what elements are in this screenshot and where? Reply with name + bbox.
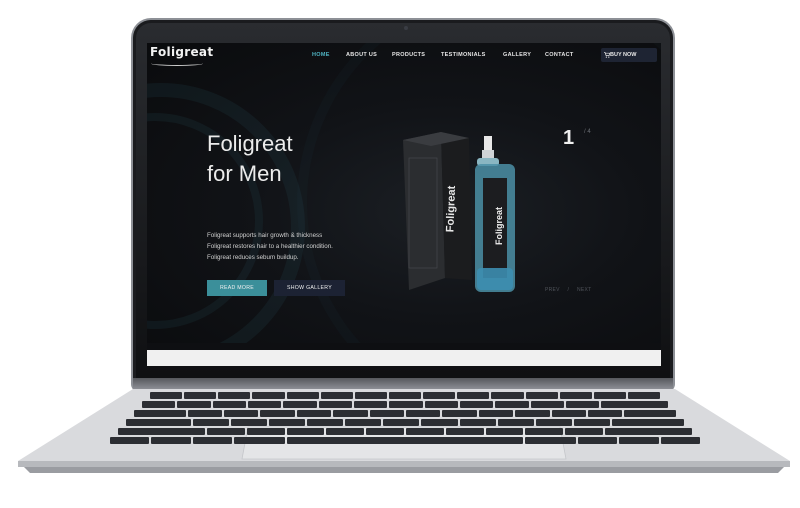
slide-total: / 4 xyxy=(584,129,591,135)
top-navbar: Foligreat HOME ABOUT US PRODUCTS TESTIMO… xyxy=(147,43,661,69)
read-more-label: READ MORE xyxy=(219,285,255,291)
nav-item-contact[interactable]: CONTACT xyxy=(545,52,574,58)
nav-item-about-us[interactable]: ABOUT US xyxy=(346,52,377,58)
slide-number: 1 xyxy=(563,127,575,149)
buy-now-button[interactable]: BUY NOW xyxy=(601,48,657,62)
keyboard-row xyxy=(142,401,668,408)
keyboard-row xyxy=(150,392,661,399)
next-section-preview xyxy=(147,350,661,366)
nav-item-gallery[interactable]: GALLERY xyxy=(503,52,531,58)
keyboard-row xyxy=(126,419,684,426)
slider-pager: PREV / NEXT xyxy=(545,287,591,293)
hero-title-line1: Foligreat xyxy=(207,131,293,156)
prev-button[interactable]: PREV xyxy=(545,287,560,293)
show-gallery-button[interactable]: SHOW GALLERY xyxy=(274,280,345,296)
box-label: Foligreat xyxy=(444,185,459,233)
hero-text-line: Foligreat reduces sebum buildup. xyxy=(207,254,299,261)
hero-text-line: Foligreat restores hair to a healthier c… xyxy=(207,243,333,250)
nav-item-home[interactable]: HOME xyxy=(312,52,330,58)
webcam-icon xyxy=(404,26,408,30)
keyboard-row xyxy=(110,437,700,444)
show-gallery-label: SHOW GALLERY xyxy=(286,285,333,291)
bottle-label: Foligreat xyxy=(494,206,505,246)
hero-title-line2: for Men xyxy=(207,161,282,186)
next-button[interactable]: NEXT xyxy=(577,287,592,293)
nav-item-products[interactable]: PRODUCTS xyxy=(392,52,425,58)
nav-item-testimonials[interactable]: TESTIMONIALS xyxy=(441,52,486,58)
keyboard-row xyxy=(134,410,677,417)
keyboard-row xyxy=(118,428,693,435)
hero-text-line: Foligreat supports hair growth & thickne… xyxy=(207,232,323,239)
logo-swoosh-icon xyxy=(151,61,203,66)
content-divider xyxy=(147,343,661,350)
product-image xyxy=(403,132,515,292)
read-more-button[interactable]: READ MORE xyxy=(207,280,267,296)
hero-title: Foligreat for Men xyxy=(207,129,293,189)
brand-logo[interactable]: Foligreat xyxy=(150,45,213,59)
buy-now-label: BUY NOW xyxy=(610,52,637,58)
pager-separator: / xyxy=(567,287,570,293)
hero-description: Foligreat supports hair growth & thickne… xyxy=(207,230,333,263)
website-screen: Foligreat HOME ABOUT US PRODUCTS TESTIMO… xyxy=(147,43,661,366)
